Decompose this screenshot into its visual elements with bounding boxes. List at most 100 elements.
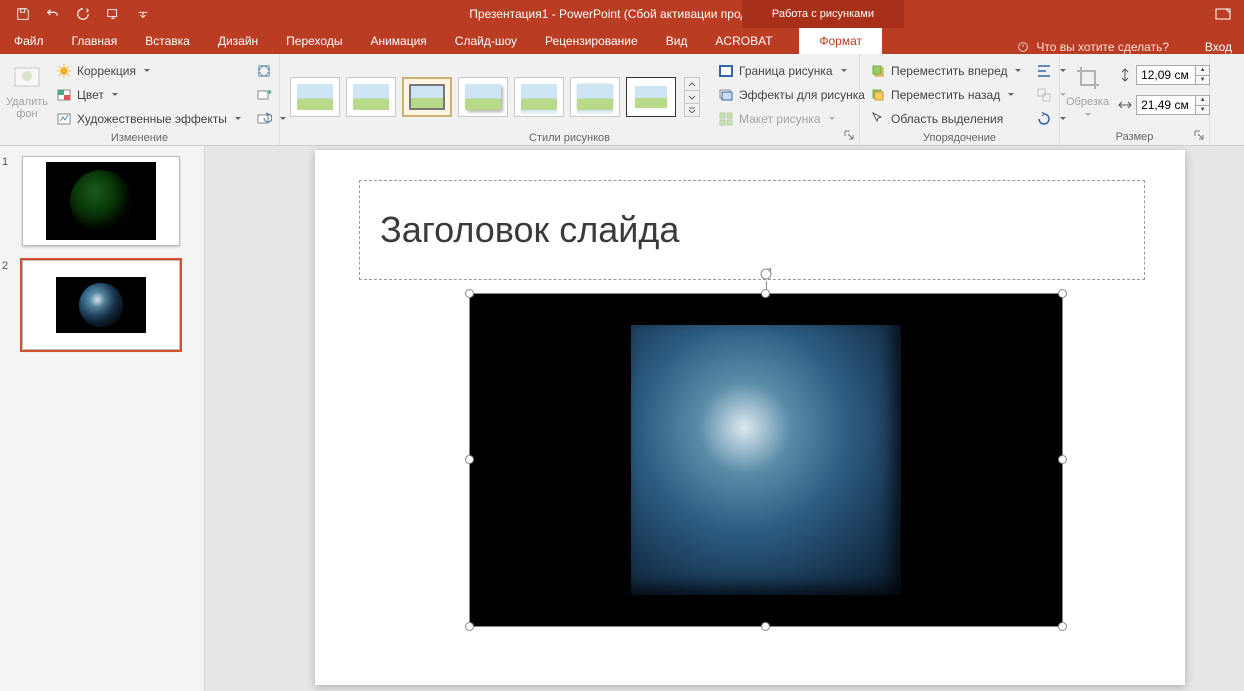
slide-thumbnails-panel: 1 2 [0,146,205,691]
change-picture-icon [256,87,272,103]
color-label: Цвет [77,88,104,102]
resize-handle-mr[interactable] [1058,455,1067,464]
selected-picture[interactable] [470,294,1062,626]
bring-forward-button[interactable]: Переместить вперед [866,60,1026,82]
title-placeholder[interactable]: Заголовок слайда [359,180,1145,280]
slide-canvas-area[interactable]: Заголовок слайда [205,146,1244,691]
rotation-handle[interactable] [758,266,774,282]
resize-handle-tr[interactable] [1058,289,1067,298]
tab-format[interactable]: Формат [799,28,882,54]
title-bar: Презентация1 - PowerPoint (Сбой активаци… [0,0,1244,28]
picture-border-button[interactable]: Граница рисунка [714,60,884,82]
picture-styles-gallery[interactable] [286,58,704,130]
style-item-5[interactable] [514,77,564,117]
tab-acrobat[interactable]: ACROBAT [701,28,786,54]
resize-handle-ml[interactable] [465,455,474,464]
crop-button[interactable]: Обрезка [1066,58,1109,129]
undo-button[interactable] [38,0,68,28]
crop-icon [1072,62,1104,94]
picture-effects-button[interactable]: Эффекты для рисунка [714,84,884,106]
height-input[interactable] [1136,65,1196,85]
resize-handle-bm[interactable] [761,622,770,631]
tab-slideshow[interactable]: Слайд-шоу [441,28,531,54]
qat-customize-button[interactable] [128,0,158,28]
tab-review[interactable]: Рецензирование [531,28,652,54]
send-backward-label: Переместить назад [891,88,1000,102]
rotate-icon [1036,111,1052,127]
picture-effects-label: Эффекты для рисунка [739,88,865,102]
group-label-styles: Стили рисунков [286,130,853,144]
size-dialog-launcher[interactable] [1193,129,1205,141]
selection-pane-icon [870,111,886,127]
style-item-1[interactable] [290,77,340,117]
style-item-2[interactable] [346,77,396,117]
gallery-scroll-down[interactable] [685,91,699,104]
earth-image [631,325,901,595]
ribbon-tabs: Файл Главная Вставка Дизайн Переходы Ани… [0,28,1244,54]
caret-icon [840,64,848,78]
send-backward-button[interactable]: Переместить назад [866,84,1026,106]
align-icon [1036,63,1052,79]
gallery-scroll [684,77,700,117]
group-arrange: Переместить вперед Переместить назад Обл… [860,54,1060,145]
gallery-scroll-up[interactable] [685,78,699,91]
tab-insert[interactable]: Вставка [131,28,204,54]
slide-number: 2 [2,260,8,272]
selection-pane-button[interactable]: Область выделения [866,108,1026,130]
styles-dialog-launcher[interactable] [843,129,855,141]
crop-label: Обрезка [1066,96,1109,108]
picture-effects-icon [718,87,734,103]
tab-view[interactable]: Вид [652,28,702,54]
save-button[interactable] [8,0,38,28]
height-spin-up[interactable]: ▲ [1196,66,1209,76]
width-spin-down[interactable]: ▼ [1196,106,1209,115]
group-size: Обрезка ▲▼ ▲▼ [1060,54,1210,145]
width-spin-up[interactable]: ▲ [1196,96,1209,106]
height-spin-down[interactable]: ▼ [1196,76,1209,85]
corrections-button[interactable]: Коррекция [52,60,246,82]
resize-handle-bl[interactable] [465,622,474,631]
artistic-effects-label: Художественные эффекты [77,112,227,126]
redo-button[interactable] [68,0,98,28]
style-item-4[interactable] [458,77,508,117]
width-field: ▲▼ [1113,94,1214,116]
height-field: ▲▼ [1113,64,1214,86]
start-from-beginning-button[interactable] [98,0,128,28]
width-input[interactable] [1136,95,1196,115]
slide-thumb-1[interactable]: 1 [12,156,192,246]
gallery-expand[interactable] [685,104,699,116]
tab-file[interactable]: Файл [0,28,58,54]
group-label-adjust: Изменение [6,130,273,144]
picture-layout-button[interactable]: Макет рисунка [714,108,884,130]
group-icon [1036,87,1052,103]
style-item-3[interactable] [402,77,452,117]
height-icon [1117,67,1133,83]
window-controls [1210,1,1236,27]
tell-me-search[interactable]: Что вы хотите сделать? [1016,40,1169,54]
selection-pane-label: Область выделения [891,112,1003,126]
artistic-effects-button[interactable]: Художественные эффекты [52,108,246,130]
color-button[interactable]: Цвет [52,84,246,106]
remove-background-button[interactable]: Удалить фон [6,58,48,130]
tab-design[interactable]: Дизайн [204,28,272,54]
tab-home[interactable]: Главная [58,28,132,54]
resize-handle-tm[interactable] [761,289,770,298]
picture-border-label: Граница рисунка [739,64,833,78]
style-item-7[interactable] [626,77,676,117]
send-backward-icon [870,87,886,103]
title-placeholder-text: Заголовок слайда [380,209,679,251]
sign-in-link[interactable]: Вход [1205,40,1232,54]
resize-handle-br[interactable] [1058,622,1067,631]
picture-layout-label: Макет рисунка [739,112,821,126]
resize-handle-tl[interactable] [465,289,474,298]
caret-icon [1084,108,1092,122]
group-adjust: Удалить фон Коррекция Цвет Художественны… [0,54,280,145]
tab-animations[interactable]: Анимация [356,28,440,54]
style-item-6[interactable] [570,77,620,117]
slide: Заголовок слайда [315,150,1185,685]
slide-thumb-2[interactable]: 2 [12,260,192,350]
tab-transitions[interactable]: Переходы [272,28,356,54]
compress-icon [256,63,272,79]
bring-forward-icon [870,63,886,79]
ribbon-display-options-button[interactable] [1210,1,1236,27]
